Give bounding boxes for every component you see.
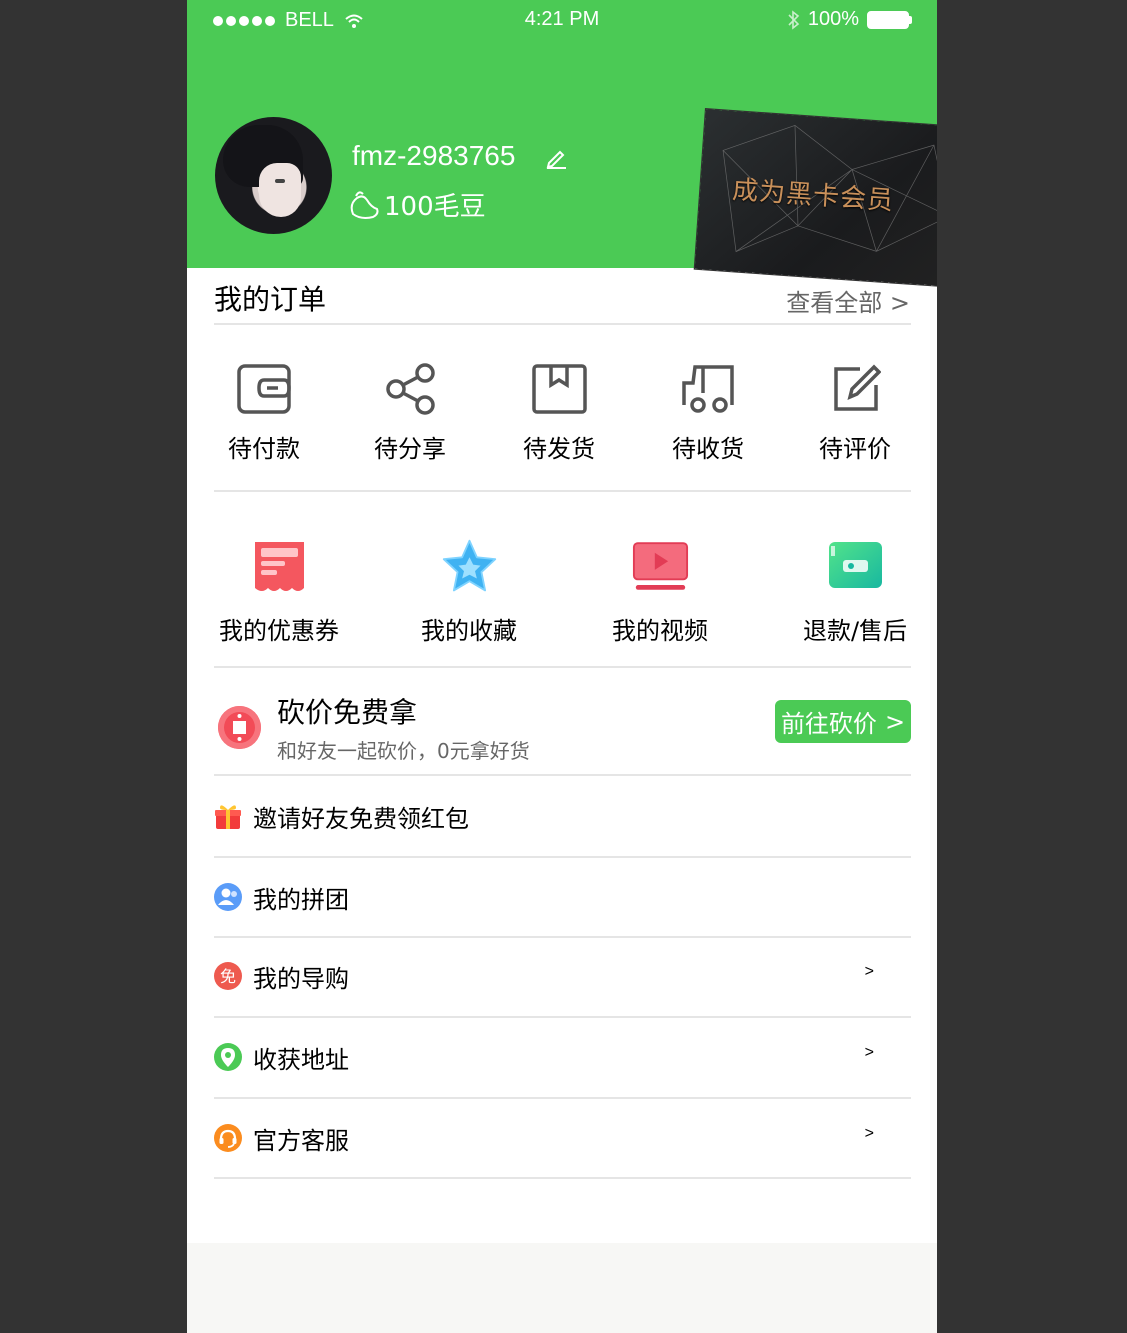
menu-item-label: 邀请好友免费领红包 xyxy=(253,805,469,833)
edit-icon xyxy=(833,364,881,411)
username: fmz-2983765 xyxy=(352,140,516,171)
menu-item-invite[interactable]: 邀请好友免费领红包 xyxy=(214,777,911,857)
battery-icon xyxy=(867,10,912,29)
coupon-icon xyxy=(254,542,304,591)
guide-icon: 免 xyxy=(214,962,242,990)
order-label: 待分享 xyxy=(374,435,446,463)
chevron-right-icon: > xyxy=(864,963,874,980)
service-label: 我的优惠券 xyxy=(219,617,339,645)
chevron-right-icon: > xyxy=(884,707,906,736)
menu-item-label: 官方客服 xyxy=(253,1127,349,1155)
status-bar: BELL 4:21 PM 100% xyxy=(187,0,937,40)
view-all-orders-link[interactable]: 查看全部 > xyxy=(786,283,910,318)
menu-item-address[interactable]: 收获地址 > xyxy=(214,1018,911,1098)
bean-icon xyxy=(350,191,379,219)
location-icon xyxy=(214,1043,242,1071)
menu-item-label: 我的导购 xyxy=(253,965,349,993)
chevron-right-icon: > xyxy=(864,1044,874,1061)
svg-text:免: 免 xyxy=(220,967,236,986)
vip-card[interactable]: 成为黑卡会员 xyxy=(694,109,937,287)
refund-icon xyxy=(828,542,882,588)
truck-icon xyxy=(682,365,734,413)
menu-item-shopping-guide[interactable]: 免 我的导购 > xyxy=(214,937,911,1017)
service-label: 我的视频 xyxy=(612,617,708,645)
gift-icon xyxy=(215,805,241,829)
menu-item-group-buy[interactable]: 我的拼团 xyxy=(214,858,911,938)
points-text: 100毛豆 xyxy=(384,192,486,222)
bargain-icon xyxy=(218,706,261,749)
points-badge[interactable]: 100毛豆 xyxy=(347,186,486,223)
divider xyxy=(214,666,911,668)
my-favorites[interactable]: 我的收藏 xyxy=(389,538,549,646)
menu-item-label: 收获地址 xyxy=(253,1046,349,1074)
divider xyxy=(214,774,911,776)
menu-item-label: 我的拼团 xyxy=(253,886,349,914)
order-label: 待付款 xyxy=(228,435,300,463)
divider xyxy=(214,490,911,492)
star-icon xyxy=(442,539,496,592)
order-label: 待收货 xyxy=(672,435,744,463)
order-pending-ship[interactable]: 待发货 xyxy=(509,363,609,464)
avatar[interactable] xyxy=(215,117,332,234)
go-bargain-button[interactable]: 前往砍价 > xyxy=(775,700,911,743)
order-label: 待评价 xyxy=(819,435,891,463)
order-pending-receive[interactable]: 待收货 xyxy=(658,363,758,464)
chevron-right-icon: > xyxy=(864,1125,874,1142)
profile-header: BELL 4:21 PM 100% fmz-2983765 100毛豆 成为黑卡… xyxy=(187,0,937,287)
my-videos[interactable]: 我的视频 xyxy=(580,538,740,646)
order-pending-payment[interactable]: 待付款 xyxy=(214,363,314,464)
battery-percent: 100% xyxy=(807,8,859,30)
order-pending-review[interactable]: 待评价 xyxy=(805,363,905,464)
group-icon xyxy=(214,883,242,911)
go-bargain-label: 前往砍价 xyxy=(780,710,877,738)
divider xyxy=(214,1177,911,1179)
wallet-icon xyxy=(237,364,291,414)
share-icon xyxy=(385,363,435,415)
video-icon xyxy=(632,542,688,590)
bluetooth-icon xyxy=(788,9,800,30)
service-icon xyxy=(214,1124,242,1152)
bargain-title: 砍价免费拿 xyxy=(277,696,418,729)
menu-item-customer-service[interactable]: 官方客服 > xyxy=(214,1099,911,1179)
bargain-banner[interactable]: 砍价免费拿 和好友一起砍价，0元拿好货 前往砍价 > xyxy=(214,687,911,767)
order-pending-share[interactable]: 待分享 xyxy=(360,363,460,464)
mobile-screen: BELL 4:21 PM 100% fmz-2983765 100毛豆 成为黑卡… xyxy=(187,0,937,1333)
package-icon xyxy=(531,364,587,414)
refund-after-sales[interactable]: 退款/售后 xyxy=(775,538,935,646)
bargain-subtitle: 和好友一起砍价，0元拿好货 xyxy=(277,739,530,763)
service-label: 退款/售后 xyxy=(802,617,908,645)
orders-title: 我的订单 xyxy=(214,283,327,316)
footer-area xyxy=(187,1243,937,1333)
edit-name-icon[interactable] xyxy=(545,147,567,169)
my-coupons[interactable]: 我的优惠券 xyxy=(199,538,359,646)
service-label: 我的收藏 xyxy=(421,617,517,645)
divider xyxy=(214,323,911,325)
order-label: 待发货 xyxy=(523,435,595,463)
